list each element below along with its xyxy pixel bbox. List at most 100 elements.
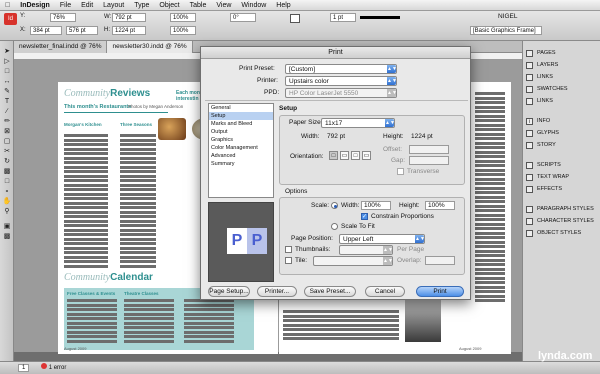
x-field[interactable]: 384 pt — [30, 26, 62, 35]
scale-width-field[interactable]: 100% — [361, 201, 391, 210]
rectangle-tool-icon[interactable]: ▢ — [2, 137, 12, 146]
thumbnails-checkbox[interactable] — [285, 246, 292, 253]
gradient-tool-icon[interactable]: ▩ — [2, 167, 12, 176]
panel-label: INFO — [537, 118, 551, 124]
w-field[interactable]: 792 pt — [112, 13, 146, 22]
scissors-tool-icon[interactable]: ✂ — [2, 147, 12, 156]
category-setup[interactable]: Setup — [209, 112, 273, 120]
hand-tool-icon[interactable]: ✋ — [2, 197, 12, 206]
thumbnails-select[interactable]: ▲▼ — [339, 245, 393, 255]
scale-y-field[interactable]: 100% — [170, 26, 196, 35]
save-preset-button[interactable]: Save Preset... — [304, 286, 356, 297]
transform-tool-icon[interactable]: ↻ — [2, 157, 12, 166]
zoom-tool-icon[interactable]: ⚲ — [2, 207, 12, 216]
page-tool-icon[interactable]: □ — [2, 67, 12, 76]
menu-help[interactable]: Help — [271, 2, 295, 9]
portrait-orientation-icon[interactable]: □ — [329, 151, 338, 160]
menu-type[interactable]: Type — [129, 2, 154, 9]
note-tool-icon[interactable]: □ — [2, 177, 12, 186]
reverse-portrait-icon[interactable]: □ — [351, 151, 360, 160]
tile-checkbox[interactable] — [285, 257, 292, 264]
workspace-user[interactable]: NIGEL — [498, 13, 518, 20]
view-mode-icon[interactable]: ▩ — [2, 232, 12, 241]
fill-stroke-icon[interactable]: ▣ — [2, 222, 12, 231]
menu-app-name[interactable]: InDesign — [15, 2, 55, 9]
scale-height-field[interactable]: 100% — [425, 201, 455, 210]
direct-selection-tool-icon[interactable]: ▷ — [2, 57, 12, 66]
stroke-style-icon[interactable] — [360, 16, 400, 19]
category-marks-bleed[interactable]: Marks and Bleed — [209, 120, 273, 128]
object-style-select[interactable]: [Basic Graphics Frame] — [470, 26, 542, 35]
scale-x-field[interactable]: 100% — [170, 13, 196, 22]
category-graphics[interactable]: Graphics — [209, 136, 273, 144]
fill-swatch-icon[interactable] — [290, 14, 300, 23]
h-field[interactable]: 1224 pt — [112, 26, 146, 35]
panel-effects[interactable]: EFFECTS — [523, 183, 600, 195]
scale-radio[interactable] — [331, 202, 338, 209]
menu-window[interactable]: Window — [236, 2, 271, 9]
reverse-landscape-icon[interactable]: ▭ — [362, 151, 371, 160]
category-general[interactable]: General — [209, 104, 273, 112]
printer-select[interactable]: Upstairs color ▲▼ — [285, 76, 397, 86]
gap-field[interactable] — [409, 156, 449, 165]
category-output[interactable]: Output — [209, 128, 273, 136]
panel-object-styles[interactable]: OBJECT STYLES — [523, 227, 600, 239]
error-count[interactable]: 1 error — [49, 365, 67, 371]
panel-story[interactable]: STORY — [523, 139, 600, 151]
category-advanced[interactable]: Advanced — [209, 152, 273, 160]
page-setup-button[interactable]: Page Setup... — [208, 286, 250, 297]
panel-links-2[interactable]: LINKS — [523, 95, 600, 107]
paper-size-select[interactable]: 11x17 ▲▼ — [321, 118, 395, 128]
panel-text-wrap[interactable]: TEXT WRAP — [523, 171, 600, 183]
scale-to-fit-radio[interactable] — [331, 223, 338, 230]
tab-newsletter-final[interactable]: newsletter_final.indd @ 76% — [14, 41, 108, 53]
category-summary[interactable]: Summary — [209, 160, 273, 168]
menu-edit[interactable]: Edit — [76, 2, 98, 9]
pen-tool-icon[interactable]: ✎ — [2, 87, 12, 96]
pencil-tool-icon[interactable]: ✏ — [2, 117, 12, 126]
panel-character-styles[interactable]: CHARACTER STYLES — [523, 215, 600, 227]
y-field[interactable]: 576 pt — [66, 26, 98, 35]
page-position-select[interactable]: Upper Left ▲▼ — [339, 234, 425, 244]
printer-button[interactable]: Printer... — [257, 286, 297, 297]
menu-view[interactable]: View — [211, 2, 236, 9]
constrain-proportions-checkbox[interactable]: ✓ — [361, 213, 368, 220]
panel-layers[interactable]: LAYERS — [523, 59, 600, 71]
title-reviews: Reviews — [110, 88, 151, 99]
panel-glyphs[interactable]: GLYPHS — [523, 127, 600, 139]
selection-tool-icon[interactable]: ➤ — [2, 47, 12, 56]
panel-swatches[interactable]: SWATCHES — [523, 83, 600, 95]
tab-newsletter30[interactable]: newsletter30.indd @ 76% — [107, 41, 193, 53]
rectangle-frame-tool-icon[interactable]: ⊠ — [2, 127, 12, 136]
menu-table[interactable]: Table — [185, 2, 212, 9]
offset-field[interactable] — [409, 145, 449, 154]
page-number[interactable]: 1 — [18, 364, 30, 372]
tile-select[interactable]: ▲▼ — [313, 256, 393, 266]
panel-paragraph-styles[interactable]: PARAGRAPH STYLES — [523, 203, 600, 215]
cancel-button[interactable]: Cancel — [365, 286, 405, 297]
panel-info[interactable]: i INFO — [523, 115, 600, 127]
select-arrow-icon: ▲▼ — [387, 89, 397, 97]
eyedropper-tool-icon[interactable]: ∘ — [2, 187, 12, 196]
zoom-field[interactable]: 76% — [50, 13, 76, 22]
line-tool-icon[interactable]: ∕ — [2, 107, 12, 116]
ppd-select[interactable]: HP Color LaserJet 5550 ▲▼ — [285, 88, 397, 98]
menu-layout[interactable]: Layout — [98, 2, 129, 9]
tools-panel: ➤ ▷ □ ↔ ✎ T ∕ ✏ ⊠ ▢ ✂ ↻ ▩ □ ∘ ✋ ⚲ ▣ ▩ — [0, 41, 14, 361]
category-color-management[interactable]: Color Management — [209, 144, 273, 152]
menu-object[interactable]: Object — [154, 2, 184, 9]
type-tool-icon[interactable]: T — [2, 97, 12, 106]
stroke-weight-field[interactable]: 1 pt — [330, 13, 356, 22]
landscape-orientation-icon[interactable]: ▭ — [340, 151, 349, 160]
gap-tool-icon[interactable]: ↔ — [2, 77, 12, 86]
overlap-field[interactable] — [425, 256, 455, 265]
panel-links[interactable]: LINKS — [523, 71, 600, 83]
panel-scripts[interactable]: SCRIPTS — [523, 159, 600, 171]
print-preset-select[interactable]: [Custom] ▲▼ — [285, 64, 397, 74]
transverse-checkbox[interactable] — [397, 168, 404, 175]
print-button[interactable]: Print — [416, 286, 464, 297]
apple-menu-icon[interactable]:  — [0, 2, 15, 9]
menu-file[interactable]: File — [55, 2, 76, 9]
rotation-field[interactable]: 0° — [230, 13, 256, 22]
panel-pages[interactable]: PAGES — [523, 47, 600, 59]
